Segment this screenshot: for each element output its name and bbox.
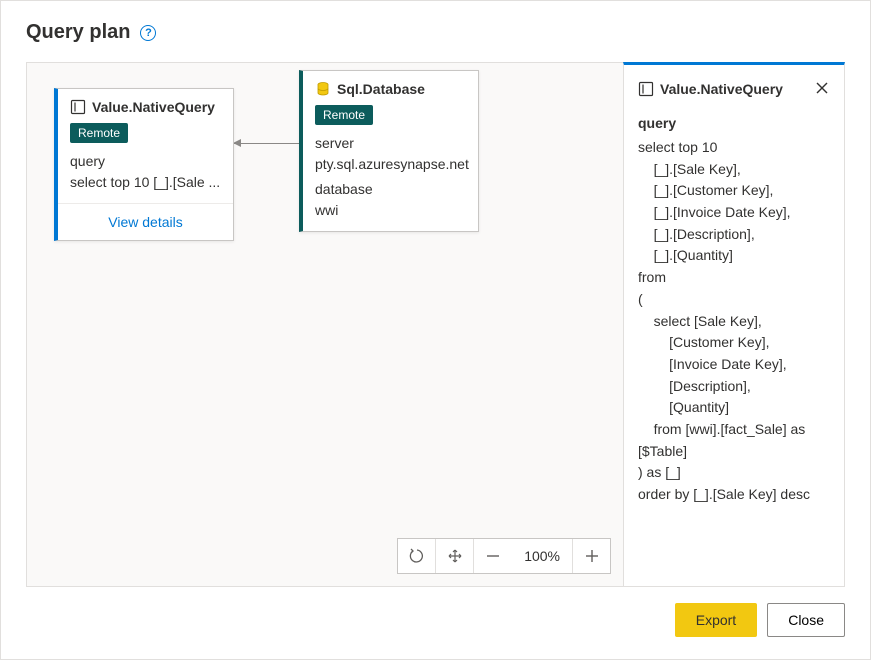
node-body: server pty.sql.azuresynapse.net database… — [303, 133, 478, 231]
detail-query-label: query — [638, 115, 830, 131]
detail-header: Value.NativeQuery — [638, 79, 830, 99]
help-icon[interactable]: ? — [140, 25, 156, 41]
fit-view-button[interactable] — [436, 539, 474, 573]
database-value: wwi — [315, 200, 466, 221]
zoom-out-button[interactable] — [474, 539, 512, 573]
node-header: Sql.Database — [303, 71, 478, 103]
node-title: Sql.Database — [337, 81, 425, 97]
close-panel-button[interactable] — [814, 79, 830, 99]
zoom-percent: 100% — [512, 539, 572, 573]
server-value: pty.sql.azuresynapse.net — [315, 154, 466, 175]
detail-title-row: Value.NativeQuery — [638, 81, 783, 97]
query-icon — [70, 99, 86, 115]
view-details-link[interactable]: View details — [58, 203, 233, 240]
remote-badge: Remote — [70, 123, 128, 143]
content-area: Value.NativeQuery Remote query select to… — [26, 62, 845, 587]
zoom-in-button[interactable] — [572, 539, 610, 573]
query-preview: select top 10 [_].[Sale ... — [70, 172, 221, 193]
database-label: database — [315, 179, 466, 200]
zoom-toolbar: 100% — [397, 538, 611, 574]
export-button[interactable]: Export — [675, 603, 757, 637]
server-label: server — [315, 133, 466, 154]
detail-title: Value.NativeQuery — [660, 81, 783, 97]
connector-arrow — [234, 143, 299, 144]
detail-panel: Value.NativeQuery query select top 10 [_… — [623, 62, 845, 587]
node-header: Value.NativeQuery — [58, 89, 233, 121]
close-button[interactable]: Close — [767, 603, 845, 637]
query-label: query — [70, 151, 221, 172]
reset-view-button[interactable] — [398, 539, 436, 573]
dialog-footer: Export Close — [26, 603, 845, 637]
query-icon — [638, 81, 654, 97]
plan-canvas[interactable]: Value.NativeQuery Remote query select to… — [26, 62, 623, 587]
dialog-header: Query plan ? — [26, 21, 845, 44]
node-title: Value.NativeQuery — [92, 99, 215, 115]
page-title: Query plan — [26, 21, 130, 44]
database-icon — [315, 81, 331, 97]
node-sql-database[interactable]: Sql.Database Remote server pty.sql.azure… — [299, 70, 479, 232]
node-body: query select top 10 [_].[Sale ... — [58, 151, 233, 203]
detail-query-text: select top 10 [_].[Sale Key], [_].[Custo… — [638, 137, 830, 506]
remote-badge: Remote — [315, 105, 373, 125]
node-native-query[interactable]: Value.NativeQuery Remote query select to… — [54, 88, 234, 241]
